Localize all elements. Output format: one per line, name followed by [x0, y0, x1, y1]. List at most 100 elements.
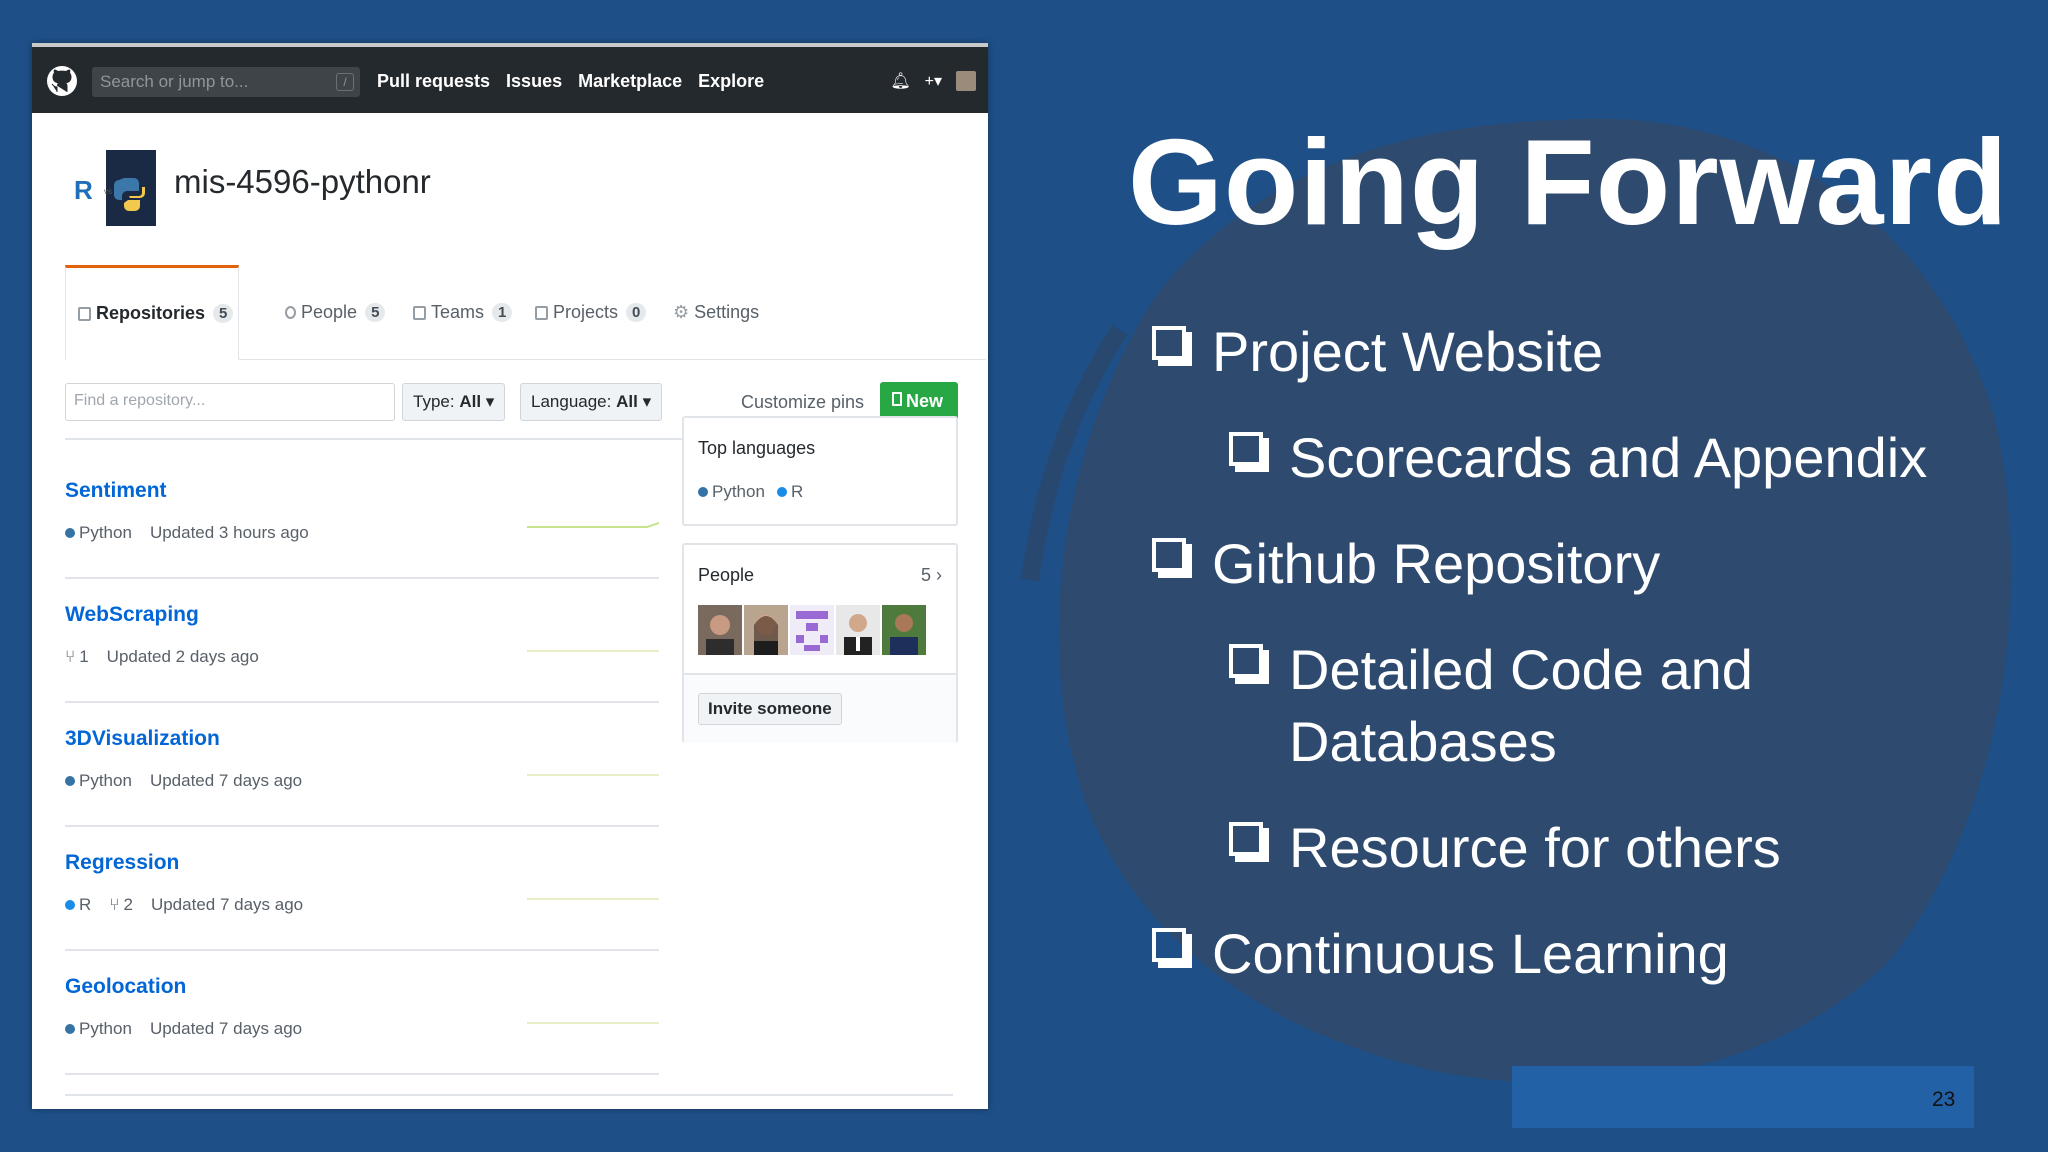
nav-issues[interactable]: Issues — [506, 71, 562, 92]
avatar[interactable] — [882, 605, 926, 655]
people-box: People 5 › Invite someone — [682, 543, 958, 743]
bullet-text: Resource for others — [1289, 816, 1781, 879]
nav-explore[interactable]: Explore — [698, 71, 764, 92]
repo-updated: Updated 7 days ago — [149, 771, 303, 790]
github-org-screenshot: Search or jump to... / Pull requests Iss… — [32, 43, 988, 1109]
type-filter-value: All — [459, 392, 482, 411]
repo-forks[interactable]: ⑂ 2 — [109, 895, 133, 915]
language-name: Python — [79, 523, 132, 542]
team-icon — [413, 305, 426, 320]
bullet-text: Project Website — [1212, 320, 1604, 383]
repo-updated: Updated 2 days ago — [106, 647, 259, 666]
people-count[interactable]: 5 › — [921, 565, 942, 586]
people-avatars — [698, 605, 926, 655]
people-title[interactable]: People — [698, 565, 754, 586]
bullet-level-2: Resource for others — [1229, 812, 1781, 884]
language-name: Python — [79, 1019, 132, 1038]
top-language-python[interactable]: Python — [698, 482, 765, 502]
r-language-dot — [65, 900, 75, 910]
avatar[interactable] — [956, 71, 976, 91]
header-actions: 🔔︎ +▾ — [890, 71, 976, 91]
activity-sparkline — [527, 522, 659, 528]
avatar[interactable] — [836, 605, 880, 655]
search-input[interactable]: Search or jump to... / — [92, 67, 360, 97]
repo-updated: Updated 3 hours ago — [149, 523, 309, 542]
repo-language: Python — [65, 771, 132, 791]
top-language-r[interactable]: R — [776, 482, 803, 502]
footer-bar — [1512, 1066, 1974, 1128]
bullet-text: Scorecards and Appendix — [1289, 426, 1928, 489]
plus-icon[interactable]: +▾ — [925, 71, 942, 91]
repo-language: Python — [65, 1019, 132, 1039]
search-shortcut-hint: / — [336, 73, 354, 91]
github-logo-icon[interactable] — [46, 65, 78, 97]
person-icon — [285, 306, 296, 319]
language-name: R — [79, 895, 92, 914]
python-language-dot — [65, 1024, 75, 1034]
org-name[interactable]: mis-4596-pythonr — [174, 163, 431, 201]
repo-forks[interactable]: ⑂ 1 — [65, 647, 89, 667]
type-filter-button[interactable]: Type: All ▾ — [402, 383, 506, 421]
slide-title: Going Forward — [1128, 114, 2009, 250]
tab-teams[interactable]: Teams 1 — [413, 265, 513, 360]
tab-label: People — [301, 302, 358, 322]
repo-meta: Python Updated 7 days ago — [65, 771, 302, 791]
page-number: 23 — [1932, 1088, 1956, 1111]
language-filter-button[interactable]: Language: All ▾ — [520, 383, 663, 421]
tab-label: Repositories — [96, 303, 206, 323]
tab-settings[interactable]: ⚙ Settings — [673, 265, 759, 360]
repo-name-link[interactable]: Geolocation — [65, 975, 186, 999]
tab-count: 1 — [492, 303, 513, 322]
bullet-level-1: Continuous Learning — [1152, 918, 1729, 990]
repo-list-item: Regression R ⑂ 2 Updated 7 days ago — [65, 827, 659, 951]
activity-sparkline — [527, 650, 659, 652]
bullet-text: Github Repository — [1212, 532, 1661, 595]
checkbox-bullet-icon — [1152, 928, 1186, 962]
repo-list-item: Sentiment Python Updated 3 hours ago — [65, 455, 659, 579]
caret-down-icon: ▾ — [642, 392, 652, 411]
repo-updated: Updated 7 days ago — [150, 895, 304, 914]
chevron-right-icon: › — [936, 565, 942, 585]
bullet-text-line: Databases — [1289, 710, 1557, 773]
tab-people[interactable]: People 5 — [285, 265, 386, 360]
customize-pins-link[interactable]: Customize pins — [741, 392, 864, 413]
nav-pull-requests[interactable]: Pull requests — [377, 71, 490, 92]
repo-name-link[interactable]: Sentiment — [65, 479, 167, 503]
bell-icon[interactable]: 🔔︎ — [890, 71, 910, 91]
python-language-dot — [698, 487, 708, 497]
activity-sparkline — [527, 774, 659, 776]
org-avatar: R vs — [66, 150, 156, 226]
activity-sparkline — [527, 898, 659, 900]
repo-language: R — [65, 895, 91, 915]
repo-meta: R ⑂ 2 Updated 7 days ago — [65, 895, 303, 915]
tab-count: 5 — [213, 304, 234, 323]
invite-someone-button[interactable]: Invite someone — [698, 693, 842, 725]
github-header: Search or jump to... / Pull requests Iss… — [32, 43, 988, 113]
repo-name-link[interactable]: WebScraping — [65, 603, 199, 627]
find-repository-input[interactable]: Find a repository... — [65, 383, 395, 421]
language-name: Python — [712, 482, 765, 501]
repo-name-link[interactable]: 3DVisualization — [65, 727, 220, 751]
tab-projects[interactable]: Projects 0 — [535, 265, 647, 360]
repo-name-link[interactable]: Regression — [65, 851, 179, 875]
avatar[interactable] — [744, 605, 788, 655]
repo-icon — [892, 392, 902, 406]
repo-list-item: 3DVisualization Python Updated 7 days ag… — [65, 703, 659, 827]
repo-list-item: WebScraping ⑂ 1 Updated 2 days ago — [65, 579, 659, 703]
repo-updated: Updated 7 days ago — [149, 1019, 303, 1038]
people-count-value: 5 — [920, 565, 931, 585]
top-nav: Pull requests Issues Marketplace Explore — [377, 71, 764, 92]
divider — [65, 1094, 953, 1096]
top-languages-title: Top languages — [698, 438, 816, 458]
fork-icon: ⑂ — [65, 647, 76, 666]
tab-count: 0 — [626, 303, 647, 322]
r-language-dot — [776, 487, 787, 497]
language-filter-value: All — [616, 392, 638, 411]
bullet-text-line: Detailed Code and — [1289, 638, 1753, 701]
tab-label: Settings — [694, 302, 760, 322]
avatar[interactable] — [790, 605, 834, 655]
tab-repositories[interactable]: Repositories 5 — [65, 265, 239, 360]
nav-marketplace[interactable]: Marketplace — [578, 71, 682, 92]
tab-label: Projects — [553, 302, 619, 322]
avatar[interactable] — [698, 605, 742, 655]
